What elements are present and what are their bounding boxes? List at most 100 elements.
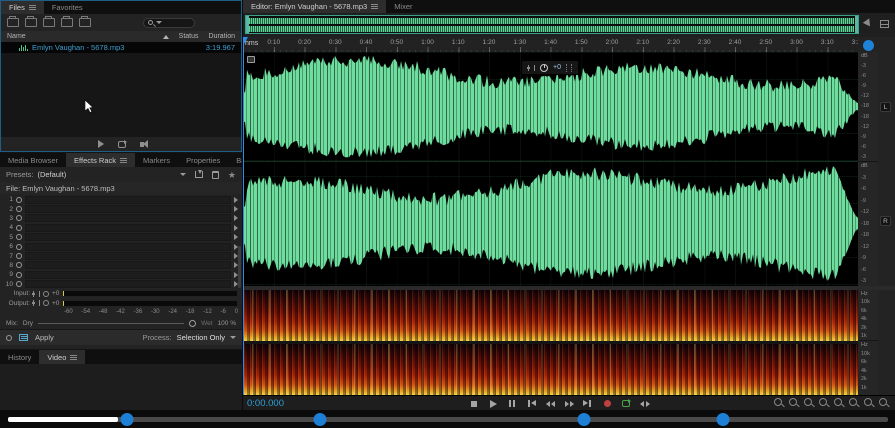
loop-icon[interactable] (118, 141, 126, 148)
rack-power-icon[interactable] (6, 335, 12, 341)
input-knob-icon[interactable] (43, 291, 49, 297)
mix-slider-knob[interactable] (189, 320, 196, 327)
column-name[interactable]: Name (7, 33, 26, 40)
autoplay-speaker-icon[interactable] (140, 142, 144, 147)
tab-video[interactable]: Video (39, 350, 85, 364)
slot-power-icon[interactable] (16, 197, 22, 203)
slot-power-icon[interactable] (16, 215, 22, 221)
tab-favorites[interactable]: Favorites (44, 1, 91, 14)
save-preset-icon[interactable] (195, 171, 203, 178)
delete-preset-icon[interactable] (212, 171, 219, 179)
panel-menu-icon[interactable] (120, 158, 127, 163)
range-handle-right[interactable] (855, 16, 858, 33)
spectrogram-display[interactable] (243, 290, 858, 395)
slot-empty-bar[interactable] (25, 261, 231, 269)
pause-button[interactable] (507, 399, 517, 409)
panel-options-icon[interactable] (880, 20, 889, 28)
fast-forward-button[interactable] (564, 399, 574, 409)
search-input[interactable] (143, 18, 195, 28)
loop-button[interactable] (621, 399, 631, 409)
mix-slider-track[interactable] (38, 323, 184, 324)
effect-slot-row[interactable]: 1 (0, 195, 242, 204)
slot-power-icon[interactable] (16, 234, 22, 240)
tab-batch-process[interactable]: Batch Process (228, 153, 242, 167)
panel-menu-icon[interactable] (371, 4, 378, 9)
file-row[interactable]: Emlyn Vaughan - 5678.mp3 3:19.967 (1, 42, 241, 53)
pointer-tool-icon[interactable] (863, 18, 874, 28)
skip-back-button[interactable] (526, 399, 536, 409)
slot-chevron-icon[interactable] (234, 215, 238, 221)
effect-slot-row[interactable]: 3 (0, 214, 242, 223)
scrub-dot[interactable] (314, 413, 327, 426)
effect-slot-row[interactable]: 8 (0, 261, 242, 270)
overview-range-box[interactable] (245, 15, 859, 34)
record-button[interactable] (602, 399, 612, 409)
rewind-button[interactable] (545, 399, 555, 409)
column-duration[interactable]: Duration (209, 33, 235, 40)
timeline-ruler[interactable]: hms 0:100:200:300:400:501:001:101:201:30… (243, 37, 858, 52)
slot-power-icon[interactable] (16, 206, 22, 212)
process-value[interactable]: Selection Only (177, 333, 225, 342)
process-caret-icon[interactable] (230, 336, 236, 339)
stop-button[interactable] (469, 399, 479, 409)
slot-power-icon[interactable] (16, 272, 22, 278)
column-status[interactable]: Status (179, 33, 199, 40)
slot-empty-bar[interactable] (25, 214, 231, 222)
slot-empty-bar[interactable] (25, 205, 231, 213)
scrub-dot[interactable] (578, 413, 591, 426)
tab-markers[interactable]: Markers (135, 153, 178, 167)
rack-list-icon[interactable] (19, 334, 28, 341)
trash-icon[interactable] (79, 18, 91, 27)
slot-empty-bar[interactable] (25, 224, 231, 232)
playhead-marker-icon[interactable] (243, 37, 248, 44)
skip-forward-button[interactable] (583, 399, 593, 409)
zoom-in-vertical-icon[interactable] (804, 398, 812, 406)
waveform-display[interactable]: +0 (243, 52, 858, 286)
sort-ascending-icon[interactable] (163, 35, 169, 39)
slot-chevron-icon[interactable] (234, 197, 238, 203)
slot-empty-bar[interactable] (25, 196, 231, 204)
tab-media-browser[interactable]: Media Browser (0, 153, 66, 167)
hud-grip-icon[interactable] (566, 64, 572, 72)
effect-slot-row[interactable]: 7 (0, 251, 242, 260)
clip-effects-badge-icon[interactable] (247, 56, 255, 63)
tab-editor[interactable]: Editor: Emlyn Vaughan - 5678.mp3 (243, 0, 386, 13)
hud-volume-knob-icon[interactable] (540, 64, 548, 72)
panel-menu-icon[interactable] (70, 355, 77, 360)
insert-multitrack-icon[interactable] (61, 18, 73, 27)
panel-menu-icon[interactable] (29, 5, 36, 10)
channel-badge-left[interactable]: L (880, 102, 891, 112)
slot-chevron-icon[interactable] (234, 225, 238, 231)
zoom-selection-icon[interactable] (864, 398, 872, 406)
effect-slot-row[interactable]: 2 (0, 204, 242, 213)
output-knob-icon[interactable] (43, 300, 49, 306)
play-icon[interactable] (98, 140, 104, 148)
tab-history[interactable]: History (0, 350, 39, 364)
zoom-in-icon[interactable] (774, 398, 782, 406)
effect-slot-row[interactable]: 6 (0, 242, 242, 251)
hud-fader-icon[interactable] (528, 65, 535, 71)
range-handle-left[interactable] (246, 16, 249, 33)
slot-power-icon[interactable] (16, 281, 22, 287)
tab-mixer[interactable]: Mixer (386, 0, 420, 13)
slots-scrollbar[interactable] (238, 246, 241, 288)
zoom-out-vertical-icon[interactable] (819, 398, 827, 406)
slot-chevron-icon[interactable] (234, 206, 238, 212)
slot-empty-bar[interactable] (25, 233, 231, 241)
input-fader-icon[interactable] (33, 291, 40, 297)
zoom-in-point-icon[interactable] (834, 398, 842, 406)
slot-empty-bar[interactable] (25, 252, 231, 260)
effect-slot-row[interactable]: 5 (0, 233, 242, 242)
tab-effects-rack[interactable]: Effects Rack (66, 153, 135, 167)
channel-badge-right[interactable]: R (880, 216, 891, 226)
hud-volume-widget[interactable]: +0 (521, 60, 579, 75)
zoom-full-icon[interactable] (879, 398, 887, 406)
files-column-header[interactable]: Name Status Duration (1, 31, 241, 42)
scrub-track[interactable] (8, 417, 888, 422)
preset-value[interactable]: (Default) (38, 170, 67, 179)
playhead-line[interactable] (243, 37, 244, 395)
slot-power-icon[interactable] (16, 262, 22, 268)
scrub-dot[interactable] (120, 413, 133, 426)
waveform-channel-right[interactable] (243, 162, 858, 285)
apply-button[interactable]: Apply (35, 333, 54, 342)
